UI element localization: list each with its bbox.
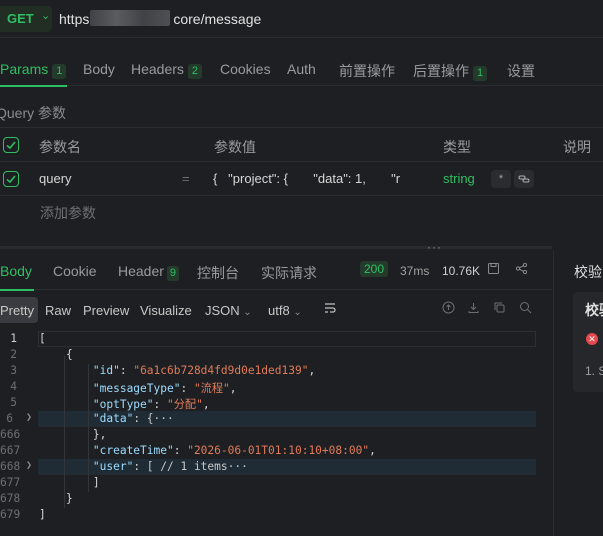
param-equals: =: [182, 171, 190, 186]
chevron-down-icon: ⌄: [293, 307, 302, 318]
check-icon: [6, 175, 16, 184]
code-line: "user": [ // 1 items···: [92, 460, 248, 473]
chevron-down-icon: ⌄: [243, 307, 252, 318]
code-line: "data": {···: [92, 412, 174, 425]
code-line: "optType": "分配",: [92, 398, 210, 411]
col-header-value: 参数值: [214, 139, 256, 155]
col-header-type: 类型: [443, 139, 471, 155]
method-label: GET: [7, 11, 34, 26]
tab-pre-ops[interactable]: 前置操作: [339, 61, 395, 81]
status-badge: 200: [360, 261, 389, 277]
panel-splitter[interactable]: [0, 246, 552, 249]
add-param-button[interactable]: 添加参数: [40, 203, 96, 223]
response-size: 10.76K: [442, 264, 481, 278]
param-name-input[interactable]: query: [39, 171, 72, 186]
tab-params[interactable]: Params 1: [0, 61, 67, 79]
encoding-select[interactable]: utf8 ⌄: [268, 303, 302, 318]
line-number: 666: [0, 428, 21, 441]
select-all-checkbox[interactable]: [3, 137, 19, 153]
link-icon[interactable]: [514, 170, 534, 188]
error-icon: ✕: [586, 333, 598, 345]
current-line-box: [38, 331, 536, 347]
tab-cookies[interactable]: Cookies: [220, 61, 271, 77]
share-icon[interactable]: [513, 262, 529, 278]
param-type-select[interactable]: string: [443, 171, 475, 186]
chevron-down-icon: ⌄: [41, 10, 51, 22]
response-time: 37ms: [400, 264, 430, 278]
wrap-lines-icon[interactable]: [322, 301, 338, 317]
assertion-panel-title: 校验响: [574, 264, 603, 280]
line-number: 667: [0, 444, 21, 457]
assertion-item: 1. S: [585, 364, 603, 378]
line-number: 677: [0, 476, 21, 489]
response-tab-console[interactable]: 控制台: [197, 263, 239, 283]
tab-body[interactable]: Body: [83, 61, 115, 77]
line-number: 679: [0, 508, 21, 521]
param-value-input[interactable]: { "project": { "data": 1, "r: [213, 171, 435, 186]
line-number: 2: [10, 348, 17, 361]
code-line: ]: [39, 476, 100, 489]
response-tab-body[interactable]: Body: [0, 263, 32, 279]
line-number: 5: [10, 396, 17, 409]
search-icon[interactable]: [517, 301, 533, 317]
code-line: }: [39, 492, 73, 505]
line-number: 3: [10, 364, 17, 377]
response-tab-actual-request[interactable]: 实际请求: [261, 263, 317, 283]
url-redacted-area: [90, 10, 170, 26]
tab-settings[interactable]: 设置: [507, 61, 535, 81]
download-icon[interactable]: [465, 301, 481, 317]
line-number: 4: [10, 380, 17, 393]
divider: [0, 127, 603, 128]
view-visualize-button[interactable]: Visualize: [140, 303, 192, 318]
param-enabled-checkbox[interactable]: [3, 171, 19, 187]
code-line: },: [39, 428, 107, 441]
active-response-tab-indicator: [0, 289, 34, 291]
upload-icon[interactable]: [440, 301, 456, 317]
response-tab-cookie[interactable]: Cookie: [53, 263, 97, 279]
format-select[interactable]: JSON ⌄: [205, 303, 252, 318]
line-number: 6: [6, 412, 13, 425]
required-toggle[interactable]: *: [491, 170, 511, 188]
col-header-name: 参数名: [39, 139, 81, 155]
view-raw-button[interactable]: Raw: [45, 303, 71, 318]
assertion-card-title: 校验: [585, 302, 603, 318]
divider: [0, 161, 603, 162]
copy-icon[interactable]: [491, 301, 507, 317]
chevron-right-icon[interactable]: ❯: [26, 412, 32, 423]
tab-auth[interactable]: Auth: [287, 61, 316, 77]
code-line: "id": "6a1c6b728d4fd9d0e1ded139",: [92, 364, 316, 377]
code-line: [: [39, 332, 46, 345]
code-line: {: [39, 348, 73, 361]
tab-headers[interactable]: Headers 2: [131, 61, 203, 79]
code-line: ]: [39, 508, 46, 521]
divider: [0, 195, 603, 196]
view-pretty-button[interactable]: Pretty: [0, 303, 34, 318]
response-code-viewer[interactable]: 1 [ 2 { 3 "id": "6a1c6b728d4fd9d0e1ded13…: [0, 330, 552, 536]
code-line: "createTime": "2026-06-01T01:10:10+08:00…: [92, 444, 376, 457]
col-header-desc: 说明: [563, 139, 591, 155]
response-tab-header[interactable]: Header 9: [118, 263, 180, 281]
check-icon: [6, 141, 16, 150]
view-preview-button[interactable]: Preview: [83, 303, 129, 318]
code-line: "messageType": "流程",: [92, 382, 237, 395]
line-number: 668: [0, 460, 21, 473]
query-section-label: Query 参数: [0, 105, 67, 121]
line-number: 1: [10, 332, 17, 345]
chevron-right-icon[interactable]: ❯: [26, 460, 32, 471]
active-tab-indicator: [0, 85, 67, 87]
line-number: 678: [0, 492, 21, 505]
tab-post-ops[interactable]: 后置操作 1: [413, 61, 488, 81]
save-response-icon[interactable]: [485, 262, 501, 278]
